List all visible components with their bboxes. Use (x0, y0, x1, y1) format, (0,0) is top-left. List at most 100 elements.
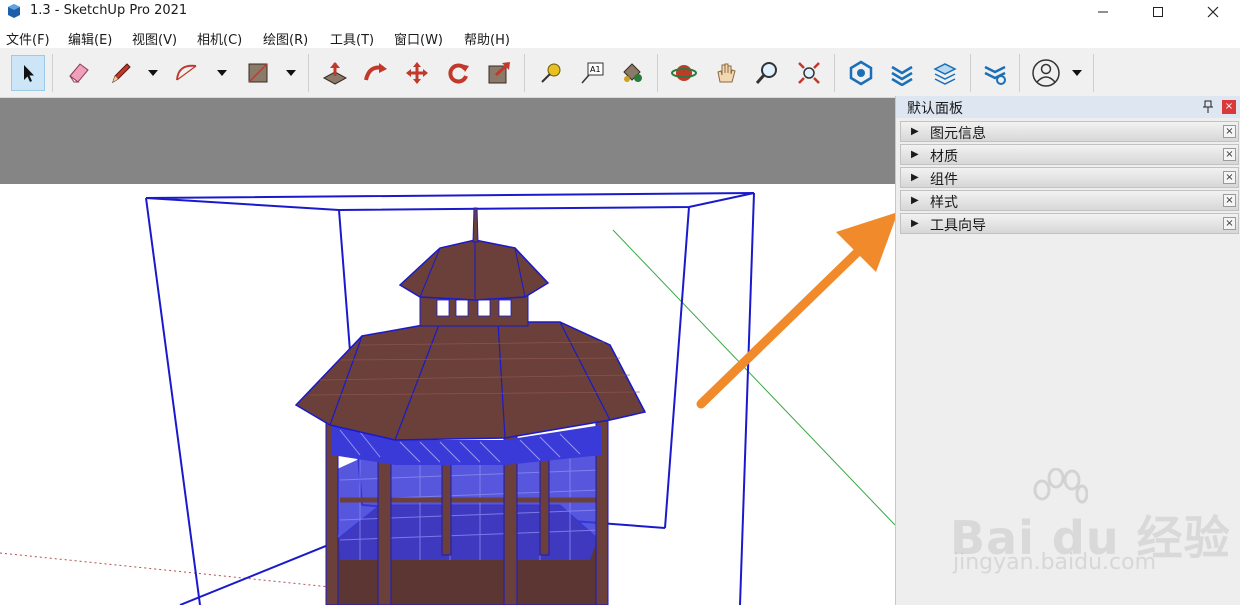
toolbar-separator (657, 54, 658, 92)
rotate-icon (448, 63, 469, 84)
main-toolbar: A1 (0, 48, 1240, 98)
3d-warehouse-button[interactable] (844, 55, 878, 91)
expand-arrow-icon: ▶ (911, 149, 919, 160)
move-icon (406, 62, 428, 84)
title-bar: 1.3 - SketchUp Pro 2021 (0, 0, 1240, 24)
extension-manager-button[interactable] (978, 55, 1012, 91)
tray-styles[interactable]: ▶ 样式 × (900, 190, 1239, 211)
zoom-icon (755, 62, 777, 84)
menu-view[interactable]: 视图(V) (132, 29, 177, 48)
tray-label: 材质 (930, 149, 958, 165)
chevron-down-icon (148, 70, 158, 76)
pin-icon[interactable] (1202, 100, 1214, 114)
line-tool-dropdown[interactable] (147, 67, 159, 79)
expand-arrow-icon: ▶ (911, 195, 919, 206)
chevron-down-icon (1072, 70, 1082, 76)
text-tool-glyph: A1 (590, 65, 601, 74)
tray-close-button[interactable]: × (1223, 148, 1236, 161)
chevron-down-icon (217, 70, 227, 76)
tray-entity-info[interactable]: ▶ 图元信息 × (900, 121, 1239, 142)
tray-instructor[interactable]: ▶ 工具向导 × (900, 213, 1239, 234)
model-viewport[interactable] (0, 98, 895, 605)
close-icon (1207, 6, 1219, 18)
paint-bucket-tool-button[interactable] (615, 55, 649, 91)
tray-label: 样式 (930, 195, 958, 211)
tray-close-button[interactable]: × (1223, 217, 1236, 230)
move-tool-button[interactable] (400, 55, 434, 91)
push-pull-tool-button[interactable] (318, 55, 352, 91)
tray-materials[interactable]: ▶ 材质 × (900, 144, 1239, 165)
sketchup-logo-icon (8, 4, 20, 18)
layout-send-icon (933, 63, 957, 85)
orbit-tool-button[interactable] (667, 55, 701, 91)
account-button[interactable] (1029, 55, 1063, 91)
menu-window[interactable]: 窗口(W) (394, 29, 443, 48)
window-title: 1.3 - SketchUp Pro 2021 (30, 3, 188, 18)
close-button[interactable] (1190, 0, 1236, 24)
follow-me-tool-button[interactable] (358, 55, 392, 91)
scale-icon (488, 62, 510, 84)
arc-tool-button[interactable] (170, 55, 204, 91)
select-icon (24, 65, 34, 82)
rectangle-tool-button[interactable] (241, 55, 275, 91)
arc-tool-dropdown[interactable] (216, 67, 228, 79)
tape-measure-tool-button[interactable] (534, 55, 568, 91)
zoom-extents-icon (798, 62, 820, 84)
menu-camera[interactable]: 相机(C) (197, 29, 242, 48)
menu-draw[interactable]: 绘图(R) (263, 29, 308, 48)
panel-close-button[interactable]: × (1222, 100, 1236, 114)
paint-bucket-icon (623, 63, 642, 82)
follow-me-icon (364, 63, 387, 81)
rectangle-icon (248, 63, 268, 83)
expand-arrow-icon: ▶ (911, 126, 919, 137)
arc-icon (176, 64, 197, 81)
watermark-url: jingyan.baidu.com (953, 550, 1157, 575)
minimize-button[interactable] (1080, 0, 1126, 24)
tray-label: 组件 (930, 172, 958, 188)
toolbar-separator (1093, 54, 1094, 92)
maximize-icon (1153, 7, 1163, 17)
menu-edit[interactable]: 编辑(E) (68, 29, 112, 48)
maximize-button[interactable] (1135, 0, 1181, 24)
scale-tool-button[interactable] (482, 55, 516, 91)
toolbar-separator (52, 54, 53, 92)
tray-label: 图元信息 (930, 126, 986, 142)
minimize-icon (1098, 11, 1108, 13)
select-tool-button[interactable] (11, 55, 45, 91)
eraser-icon (69, 63, 89, 83)
tray-close-button[interactable]: × (1223, 171, 1236, 184)
pan-icon (717, 63, 736, 83)
tray-close-button[interactable]: × (1223, 194, 1236, 207)
menu-file[interactable]: 文件(F) (6, 29, 50, 48)
pencil-line-icon (112, 63, 131, 84)
account-dropdown[interactable] (1071, 67, 1083, 79)
panel-header: 默认面板 × (896, 96, 1240, 118)
rotate-tool-button[interactable] (441, 55, 475, 91)
line-tool-button[interactable] (104, 55, 138, 91)
pan-tool-button[interactable] (709, 55, 743, 91)
toolbar-separator (1019, 54, 1020, 92)
expand-arrow-icon: ▶ (911, 218, 919, 229)
extension-warehouse-button[interactable] (885, 55, 919, 91)
tray-close-button[interactable]: × (1223, 125, 1236, 138)
3d-warehouse-icon (849, 60, 873, 86)
extension-manager-icon (984, 65, 1006, 85)
menu-tools[interactable]: 工具(T) (330, 29, 374, 48)
tray-components[interactable]: ▶ 组件 × (900, 167, 1239, 188)
toolbar-separator (308, 54, 309, 92)
annotation-arrow-icon (696, 212, 895, 409)
panel-title: 默认面板 (907, 101, 963, 117)
text-label-icon: A1 (581, 62, 604, 84)
zoom-tool-button[interactable] (750, 55, 784, 91)
layout-send-button[interactable] (928, 55, 962, 91)
menu-bar: 文件(F) 编辑(E) 视图(V) 相机(C) 绘图(R) 工具(T) 窗口(W… (0, 26, 1240, 48)
push-pull-icon (322, 62, 348, 85)
toolbar-separator (524, 54, 525, 92)
menu-help[interactable]: 帮助(H) (464, 29, 510, 48)
zoom-extents-tool-button[interactable] (792, 55, 826, 91)
chevron-down-icon (286, 70, 296, 76)
rectangle-tool-dropdown[interactable] (285, 67, 297, 79)
text-tool-button[interactable]: A1 (575, 55, 609, 91)
toolbar-separator (970, 54, 971, 92)
eraser-tool-button[interactable] (62, 55, 96, 91)
